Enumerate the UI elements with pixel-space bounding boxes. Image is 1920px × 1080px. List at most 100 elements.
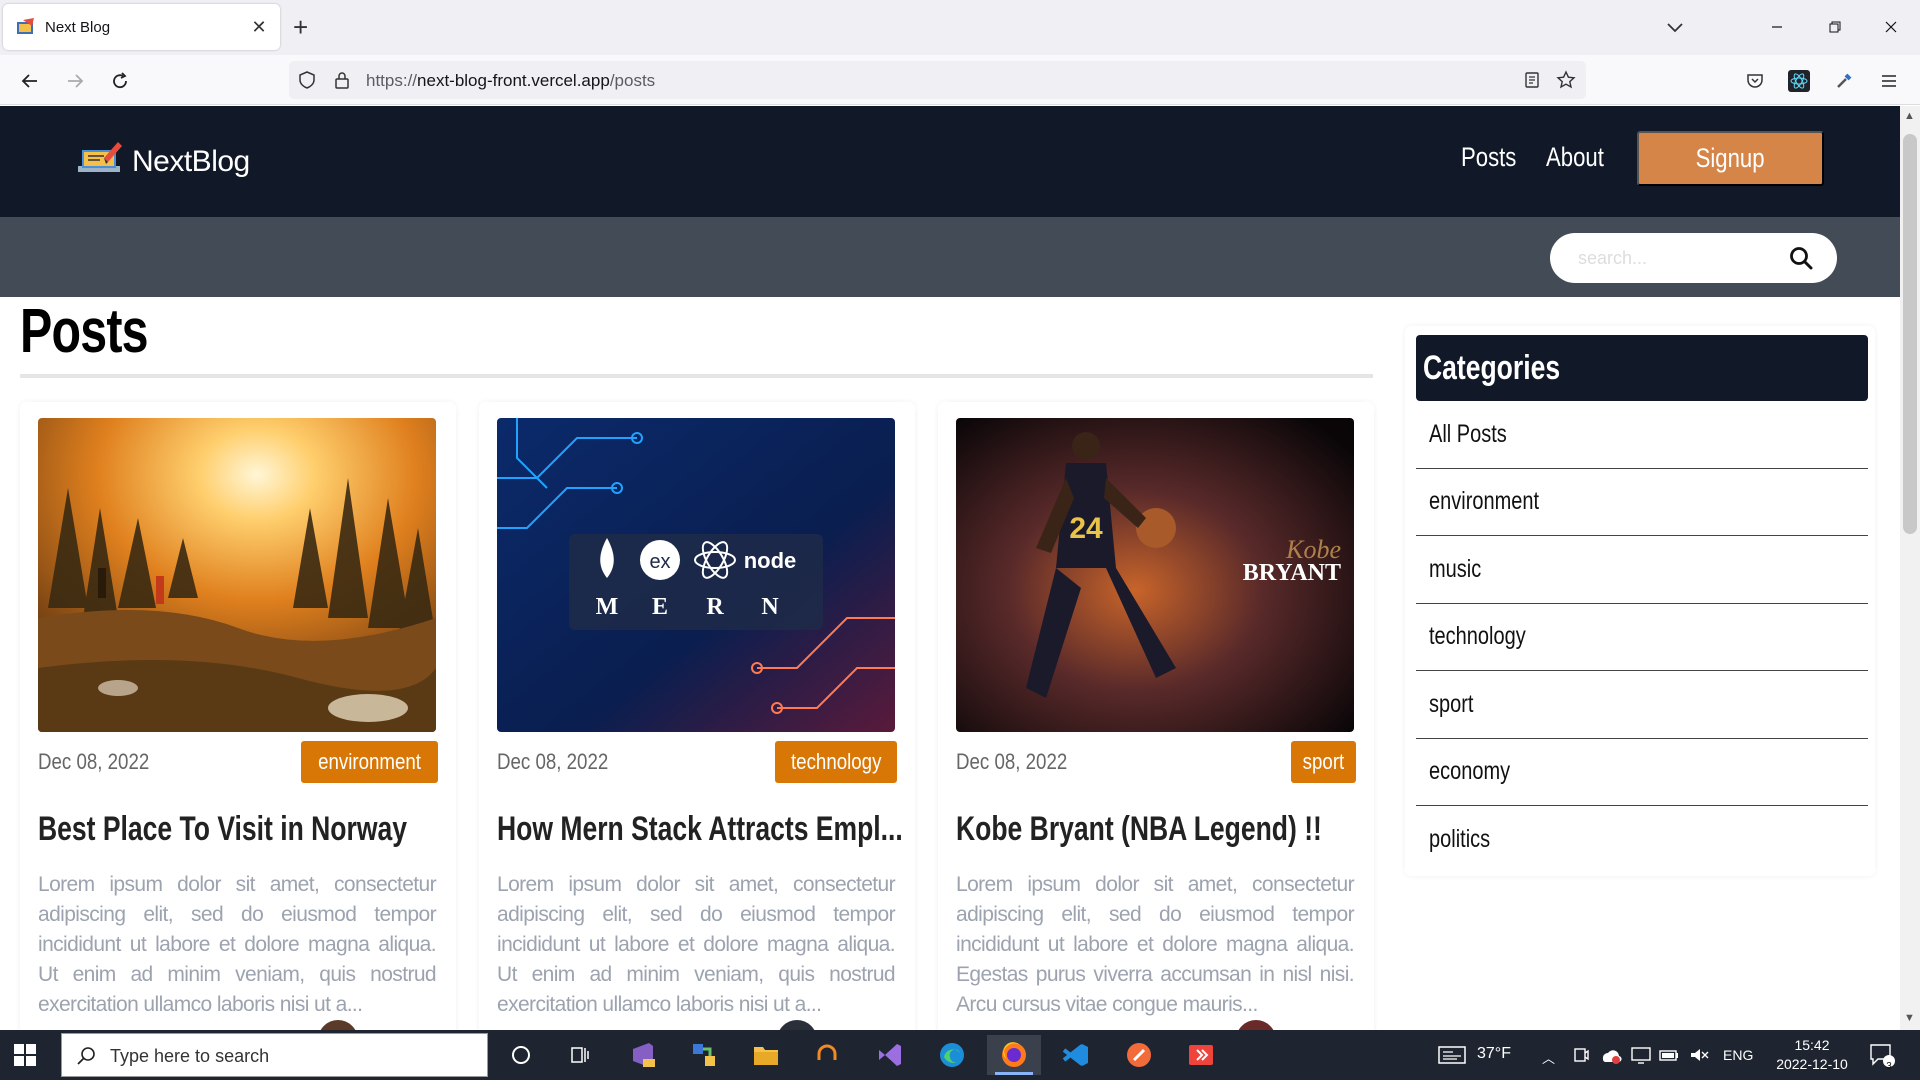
post-excerpt: Lorem ipsum dolor sit amet, consectetur … — [38, 873, 437, 1016]
post-title[interactable]: How Mern Stack Attracts Empl... — [497, 810, 903, 849]
kobe-bryant-image: 24 Kobe BRYANT — [956, 418, 1354, 732]
edge-icon[interactable] — [925, 1035, 979, 1075]
shield-icon[interactable] — [297, 70, 317, 90]
bryant-text: BRYANT — [1243, 560, 1341, 586]
python-tool-icon[interactable] — [677, 1035, 731, 1075]
category-item-all-posts[interactable]: All Posts — [1416, 401, 1868, 469]
visual-studio-preview-icon[interactable] — [616, 1035, 670, 1075]
site-header: NextBlog Posts About Signup — [0, 106, 1900, 217]
post-image[interactable] — [38, 418, 436, 732]
category-item-sport[interactable]: sport — [1416, 671, 1868, 739]
signup-button[interactable]: Signup — [1637, 131, 1824, 186]
windows-start-icon[interactable] — [14, 1044, 36, 1066]
eyedropper-icon[interactable] — [1829, 66, 1859, 96]
task-view-icon[interactable] — [553, 1035, 607, 1075]
anydesk-icon[interactable] — [1174, 1035, 1228, 1075]
news-weather-icon[interactable] — [1437, 1044, 1467, 1066]
jersey-number: 24 — [1069, 512, 1103, 545]
post-category-badge[interactable]: sport — [1291, 741, 1356, 783]
battery-icon[interactable] — [1658, 1045, 1680, 1065]
svg-text:M: M — [596, 594, 619, 620]
display-icon[interactable] — [1630, 1045, 1652, 1065]
post-image[interactable]: ex node M E R N — [497, 418, 895, 732]
svg-text:E: E — [652, 594, 668, 620]
post-date: Dec 08, 2022 — [956, 749, 1068, 774]
category-item-music[interactable]: music — [1416, 536, 1868, 604]
meet-now-icon[interactable] — [1572, 1045, 1590, 1065]
blog-favicon-icon — [17, 18, 34, 34]
post-title[interactable]: Best Place To Visit in Norway — [38, 810, 407, 849]
weather-temperature[interactable]: 37°F — [1477, 1045, 1511, 1063]
node-logo-text: node — [744, 548, 797, 573]
pocket-icon[interactable] — [1740, 66, 1770, 96]
categories-header: Categories — [1416, 335, 1868, 401]
tab-close-icon[interactable]: ✕ — [248, 17, 270, 38]
taskbar-search-box[interactable]: Type here to search — [61, 1033, 488, 1077]
browser-tab[interactable]: Next Blog ✕ — [3, 4, 280, 50]
scroll-up-icon[interactable]: ▲ — [1904, 110, 1915, 122]
scroll-down-icon[interactable]: ▼ — [1904, 1012, 1915, 1024]
new-tab-icon[interactable]: + — [293, 12, 308, 42]
chevron-down-icon[interactable] — [1662, 14, 1688, 40]
scroll-thumb[interactable] — [1903, 134, 1917, 534]
post-category-badge[interactable]: technology — [774, 741, 897, 783]
mern-stack-image: ex node M E R N — [497, 418, 895, 732]
chevron-up-icon[interactable]: ︿ — [1542, 1048, 1555, 1067]
author-avatar[interactable] — [1236, 1020, 1276, 1030]
post-date: Dec 08, 2022 — [38, 749, 150, 774]
file-explorer-icon[interactable] — [739, 1035, 793, 1075]
categories-sidebar: Categories All Posts environment music t… — [1405, 326, 1875, 876]
categories-list: All Posts environment music technology s… — [1416, 401, 1868, 874]
svg-text:R: R — [706, 594, 724, 620]
express-logo-text: ex — [649, 551, 670, 573]
bookmark-star-icon[interactable] — [1556, 70, 1576, 90]
nav-link-about[interactable]: About — [1546, 142, 1604, 173]
site-logo[interactable]: NextBlog — [76, 138, 250, 186]
minimize-icon[interactable] — [1757, 10, 1797, 44]
post-card[interactable]: Dec 08, 2022 environment Best Place To V… — [20, 402, 456, 1030]
category-item-environment[interactable]: environment — [1416, 469, 1868, 536]
search-box[interactable] — [1550, 233, 1837, 283]
cortana-icon[interactable] — [494, 1035, 548, 1075]
volume-muted-icon[interactable] — [1688, 1045, 1710, 1065]
close-window-icon[interactable] — [1871, 10, 1911, 44]
category-item-economy[interactable]: economy — [1416, 739, 1868, 806]
author-avatar[interactable] — [318, 1020, 358, 1030]
back-arrow-icon[interactable] — [15, 66, 45, 96]
site-logo-text: NextBlog — [132, 145, 250, 178]
visual-studio-icon[interactable] — [862, 1035, 916, 1075]
category-item-technology[interactable]: technology — [1416, 604, 1868, 671]
vscode-icon[interactable] — [1049, 1035, 1103, 1075]
svg-text:N: N — [761, 594, 779, 620]
onedrive-error-icon[interactable] — [1600, 1045, 1622, 1065]
reload-icon[interactable] — [105, 66, 135, 96]
post-title[interactable]: Kobe Bryant (NBA Legend) !! — [956, 810, 1322, 849]
forward-arrow-icon[interactable] — [60, 66, 90, 96]
address-bar[interactable]: https://next-blog-front.vercel.app/posts — [289, 61, 1586, 99]
headset-app-icon[interactable] — [800, 1035, 854, 1075]
url-text: https://next-blog-front.vercel.app/posts — [366, 71, 656, 90]
post-date: Dec 08, 2022 — [497, 749, 609, 774]
post-image[interactable]: 24 Kobe BRYANT — [956, 418, 1354, 732]
hamburger-menu-icon[interactable] — [1874, 66, 1904, 96]
post-card[interactable]: 24 Kobe BRYANT Dec 08, 2022 sport Kobe B… — [938, 402, 1374, 1030]
windows-taskbar: Type here to search 37°F ︿ ENG 15:42 202… — [0, 1030, 1920, 1080]
restore-icon[interactable] — [1815, 10, 1855, 44]
input-language[interactable]: ENG — [1723, 1047, 1753, 1063]
post-category-badge[interactable]: environment — [300, 741, 438, 783]
category-item-politics[interactable]: politics — [1416, 806, 1868, 874]
lock-icon[interactable] — [332, 70, 352, 90]
tab-title: Next Blog — [45, 18, 111, 36]
search-input[interactable] — [1578, 245, 1778, 271]
post-card[interactable]: ex node M E R N Dec 08, 2022 technology … — [479, 402, 915, 1030]
firefox-icon[interactable] — [987, 1035, 1041, 1075]
react-devtools-icon[interactable] — [1784, 66, 1814, 96]
page-scrollbar[interactable]: ▲ ▼ — [1900, 106, 1920, 1030]
nav-link-posts[interactable]: Posts — [1461, 142, 1516, 173]
postman-icon[interactable] — [1112, 1035, 1166, 1075]
reader-view-icon[interactable] — [1522, 70, 1542, 90]
author-avatar[interactable] — [777, 1020, 817, 1030]
page-title: Posts — [20, 297, 149, 366]
search-icon[interactable] — [1788, 245, 1814, 271]
system-clock[interactable]: 15:42 2022-12-10 — [1762, 1036, 1862, 1074]
